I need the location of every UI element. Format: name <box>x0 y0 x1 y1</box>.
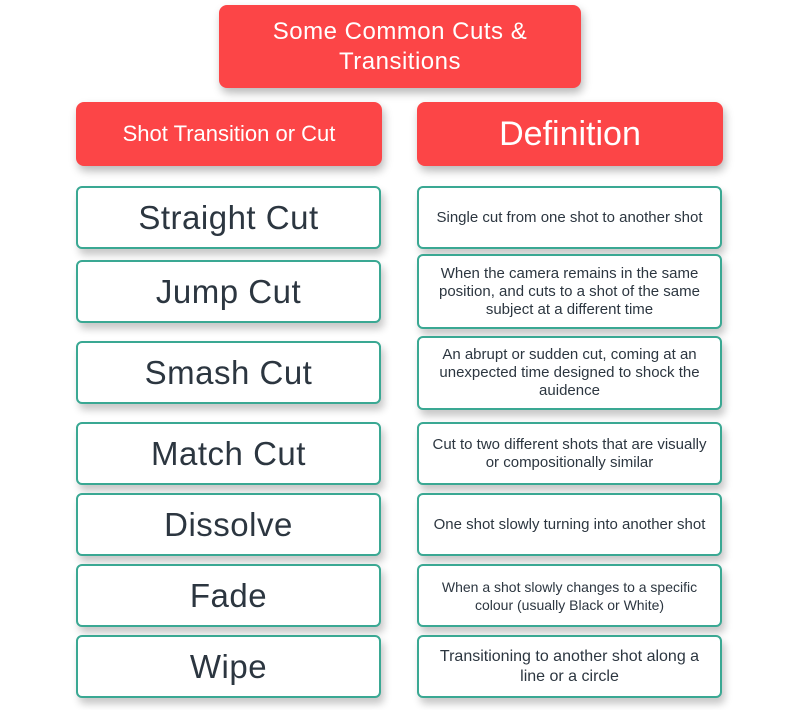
term-dissolve: Dissolve <box>76 493 381 556</box>
term-wipe: Wipe <box>76 635 381 698</box>
definition-wipe: Transitioning to another shot along a li… <box>417 635 722 698</box>
definition-smash-cut: An abrupt or sudden cut, coming at an un… <box>417 336 722 410</box>
definition-jump-cut: When the camera remains in the same posi… <box>417 254 722 329</box>
definition-straight-cut: Single cut from one shot to another shot <box>417 186 722 249</box>
definition-fade: When a shot slowly changes to a specific… <box>417 564 722 627</box>
column-header-term: Shot Transition or Cut <box>76 102 382 166</box>
definition-match-cut: Cut to two different shots that are visu… <box>417 422 722 485</box>
term-straight-cut: Straight Cut <box>76 186 381 249</box>
term-match-cut: Match Cut <box>76 422 381 485</box>
term-jump-cut: Jump Cut <box>76 260 381 323</box>
term-smash-cut: Smash Cut <box>76 341 381 404</box>
column-header-definition: Definition <box>417 102 723 166</box>
definition-dissolve: One shot slowly turning into another sho… <box>417 493 722 556</box>
term-fade: Fade <box>76 564 381 627</box>
diagram-title: Some Common Cuts & Transitions <box>219 5 581 88</box>
